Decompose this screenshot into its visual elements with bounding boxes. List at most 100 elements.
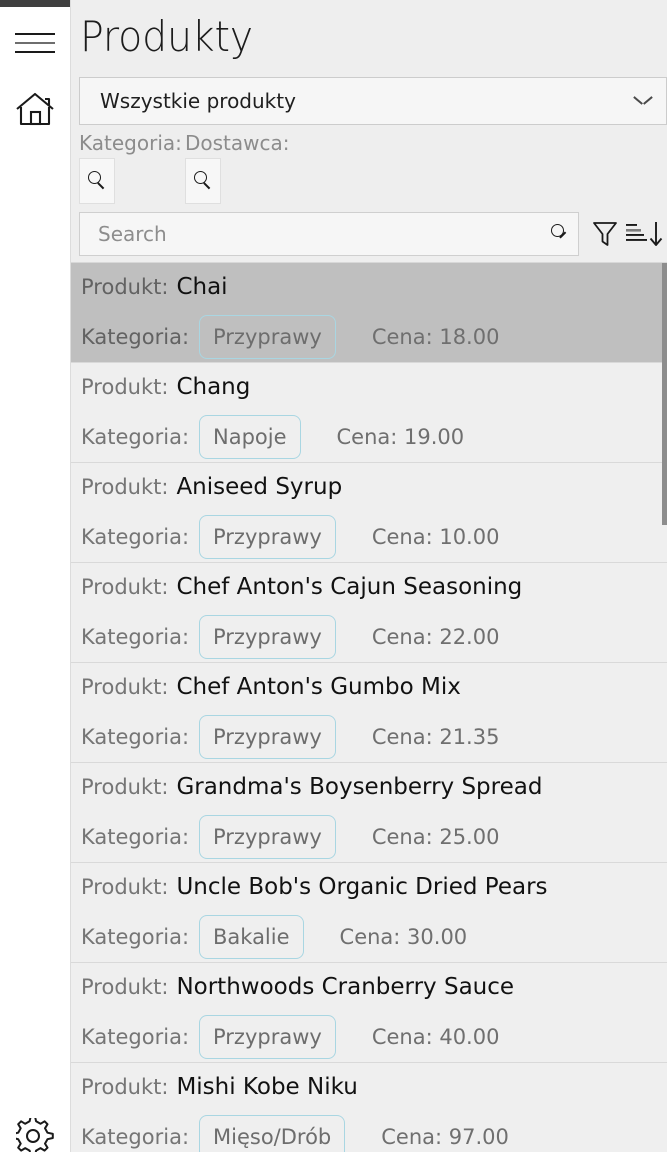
category-label: Kategoria: bbox=[81, 1124, 190, 1149]
view-selector-dropdown[interactable]: Wszystkie produkty bbox=[79, 77, 667, 125]
supplier-search-button[interactable] bbox=[185, 158, 221, 204]
product-meta-line: Kategoria: Przyprawy Cena: 40.00 bbox=[81, 1011, 667, 1062]
product-name: Mishi Kobe Niku bbox=[176, 1074, 358, 1100]
product-list-container: Produkt: Chai Kategoria: Przyprawy Cena: 18.… bbox=[71, 262, 667, 1152]
sidebar-item-settings[interactable] bbox=[0, 1115, 70, 1152]
product-meta-line: Kategoria: Napoje Cena: 19.00 bbox=[81, 411, 667, 462]
category-label: Kategoria: bbox=[81, 524, 190, 549]
product-list: Produkt: Chai Kategoria: Przyprawy Cena: 18.… bbox=[71, 263, 667, 1152]
category-chip: Przyprawy bbox=[199, 614, 336, 659]
product-meta-line: Kategoria: Przyprawy Cena: 25.00 bbox=[81, 811, 667, 862]
menu-toggle-button[interactable] bbox=[0, 16, 70, 70]
product-name-line: Produkt: Chef Anton's Gumbo Mix bbox=[81, 663, 667, 711]
category-chip: Bakalie bbox=[199, 914, 304, 959]
product-name: Chang bbox=[176, 374, 251, 400]
product-price: Cena: 10.00 bbox=[371, 524, 500, 549]
product-price: Cena: 97.00 bbox=[381, 1124, 509, 1149]
category-chip: Przyprawy bbox=[199, 514, 336, 559]
category-chip: Przyprawy bbox=[199, 714, 336, 759]
product-list-item[interactable]: Produkt: Chai Kategoria: Przyprawy Cena: 18.… bbox=[71, 263, 667, 363]
category-search-button[interactable] bbox=[79, 158, 115, 204]
search-box[interactable] bbox=[79, 212, 579, 256]
category-chip: Przyprawy bbox=[199, 814, 336, 859]
page-title: Produkty bbox=[80, 12, 253, 61]
search-icon bbox=[87, 171, 107, 191]
product-name-line: Produkt: Mishi Kobe Niku bbox=[81, 1063, 667, 1111]
scrollbar-thumb[interactable] bbox=[662, 263, 667, 525]
product-price: Cena: 40.00 bbox=[371, 1024, 500, 1049]
product-label: Produkt: bbox=[81, 475, 169, 499]
title-bar-accent bbox=[0, 0, 70, 7]
category-chip: Mięso/Drób bbox=[199, 1114, 346, 1152]
search-icon bbox=[546, 224, 567, 244]
product-name-line: Produkt: Aniseed Syrup bbox=[81, 463, 667, 511]
product-meta-line: Kategoria: Przyprawy Cena: 22.00 bbox=[81, 611, 667, 662]
product-list-item[interactable]: Produkt: Mishi Kobe Niku Kategoria: Mięso/D… bbox=[71, 1063, 667, 1152]
product-name: Chai bbox=[176, 274, 228, 300]
category-label: Kategoria: bbox=[81, 824, 190, 849]
product-name-line: Produkt: Uncle Bob's Organic Dried Pears bbox=[81, 863, 667, 911]
search-input[interactable] bbox=[98, 222, 546, 246]
home-icon bbox=[14, 90, 56, 133]
product-name: Aniseed Syrup bbox=[176, 474, 343, 500]
product-name: Chef Anton's Gumbo Mix bbox=[176, 674, 461, 700]
list-toolbar bbox=[587, 211, 667, 257]
product-list-item[interactable]: Produkt: Northwoods Cranberry Sauce Katego… bbox=[71, 963, 667, 1063]
funnel-filter-icon bbox=[592, 220, 618, 248]
product-meta-line: Kategoria: Przyprawy Cena: 21.35 bbox=[81, 711, 667, 762]
view-selector-container: Wszystkie produkty bbox=[71, 74, 667, 128]
product-name: Chef Anton's Cajun Seasoning bbox=[176, 574, 523, 600]
category-label: Kategoria: bbox=[81, 724, 190, 749]
product-name: Grandma's Boysenberry Spread bbox=[176, 774, 543, 800]
category-label: Kategoria: bbox=[81, 1024, 190, 1049]
list-scrollbar[interactable] bbox=[662, 263, 667, 1152]
product-name-line: Produkt: Chang bbox=[81, 363, 667, 411]
gear-icon bbox=[12, 1115, 54, 1152]
product-label: Produkt: bbox=[81, 975, 169, 999]
category-chip: Przyprawy bbox=[199, 1014, 336, 1059]
category-chip: Przyprawy bbox=[199, 314, 336, 359]
category-label: Kategoria: bbox=[81, 924, 190, 949]
product-list-item[interactable]: Produkt: Uncle Bob's Organic Dried Pears K… bbox=[71, 863, 667, 963]
navigation-rail bbox=[0, 0, 70, 1152]
product-name-line: Produkt: Chai bbox=[81, 263, 667, 311]
category-label: Kategoria: bbox=[81, 324, 190, 349]
product-list-item[interactable]: Produkt: Chang Kategoria: Napoje Cena: 19.00 bbox=[71, 363, 667, 463]
product-price: Cena: 25.00 bbox=[371, 824, 500, 849]
product-name-line: Produkt: Northwoods Cranberry Sauce bbox=[81, 963, 667, 1011]
sort-descending-icon bbox=[625, 220, 665, 248]
product-label: Produkt: bbox=[81, 875, 169, 899]
product-list-item[interactable]: Produkt: Aniseed Syrup Kategoria: Przyprawy… bbox=[71, 463, 667, 563]
hamburger-icon bbox=[15, 30, 55, 56]
filter-button[interactable] bbox=[587, 211, 623, 257]
sidebar-item-home[interactable] bbox=[0, 84, 70, 138]
product-meta-line: Kategoria: Przyprawy Cena: 10.00 bbox=[81, 511, 667, 562]
category-chip: Napoje bbox=[199, 414, 301, 459]
product-price: Cena: 30.00 bbox=[339, 924, 468, 949]
product-name-line: Produkt: Chef Anton's Cajun Seasoning bbox=[81, 563, 667, 611]
category-label: Kategoria: bbox=[81, 624, 190, 649]
product-label: Produkt: bbox=[81, 775, 169, 799]
category-label: Kategoria: bbox=[81, 424, 190, 449]
product-price: Cena: 22.00 bbox=[371, 624, 500, 649]
filter-buttons bbox=[79, 158, 667, 204]
search-icon bbox=[193, 171, 213, 191]
product-name: Uncle Bob's Organic Dried Pears bbox=[176, 874, 548, 900]
filter-area: Kategoria: Dostawca: bbox=[71, 128, 667, 206]
product-label: Produkt: bbox=[81, 575, 169, 599]
product-meta-line: Kategoria: Przyprawy Cena: 18.00 bbox=[81, 311, 667, 362]
main-content: Produkty Wszystkie produkty Kategoria: D… bbox=[70, 0, 667, 1152]
product-list-item[interactable]: Produkt: Grandma's Boysenberry Spread Kate… bbox=[71, 763, 667, 863]
product-meta-line: Kategoria: Mięso/Drób Cena: 97.00 bbox=[81, 1111, 667, 1152]
product-label: Produkt: bbox=[81, 275, 169, 299]
product-price: Cena: 19.00 bbox=[336, 424, 465, 449]
supplier-filter-label: Dostawca: bbox=[185, 131, 290, 155]
product-list-item[interactable]: Produkt: Chef Anton's Cajun Seasoning Kate… bbox=[71, 563, 667, 663]
page-header: Produkty bbox=[71, 0, 667, 74]
sort-button[interactable] bbox=[623, 211, 667, 257]
app-root: Produkty Wszystkie produkty Kategoria: D… bbox=[0, 0, 667, 1152]
product-list-item[interactable]: Produkt: Chef Anton's Gumbo Mix Kategoria:… bbox=[71, 663, 667, 763]
product-label: Produkt: bbox=[81, 1075, 169, 1099]
category-filter-label: Kategoria: bbox=[79, 131, 182, 155]
product-meta-line: Kategoria: Bakalie Cena: 30.00 bbox=[81, 911, 667, 962]
